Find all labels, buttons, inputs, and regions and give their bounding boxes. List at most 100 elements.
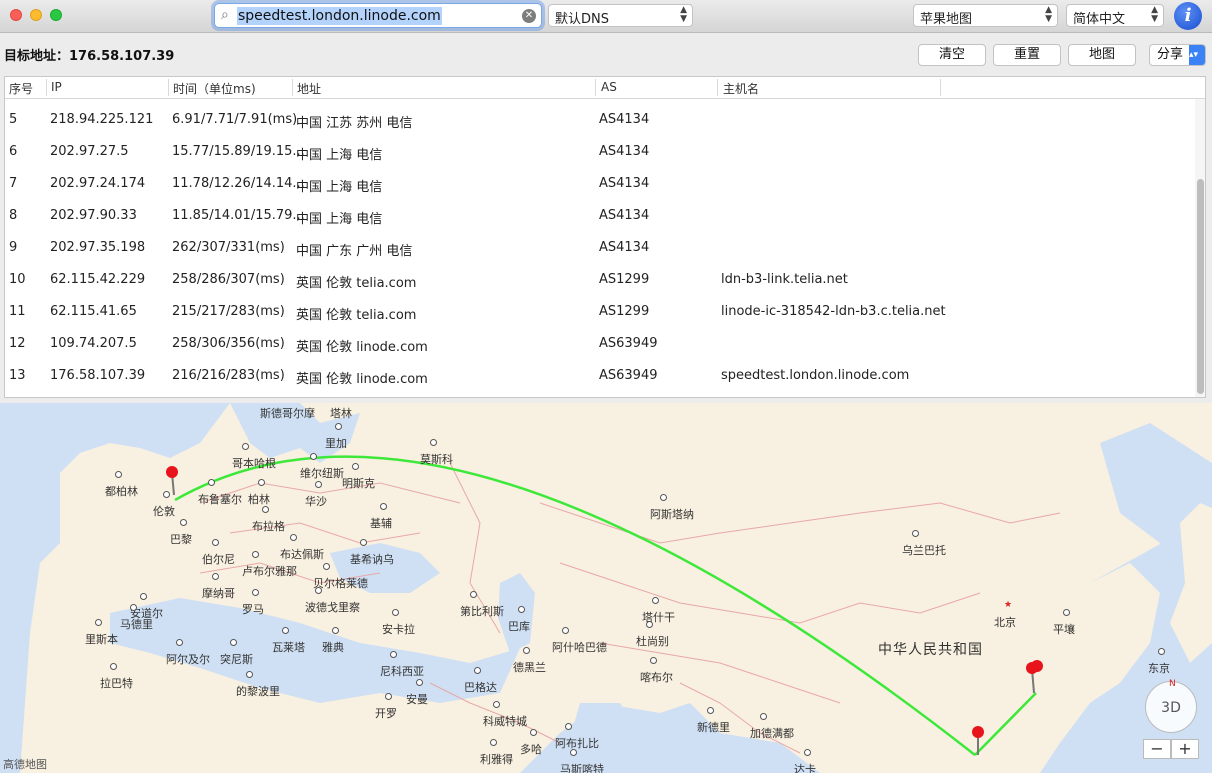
compass-3d-label: 3D: [1161, 700, 1181, 716]
header-hostname[interactable]: 主机名: [723, 80, 759, 97]
city-marker-icon: [246, 671, 253, 678]
table-row[interactable]: 7 202.97.24.174 11.78/12.26/14.14... 中国 上海 …: [5, 168, 1193, 200]
zoom-window-button[interactable]: [50, 9, 62, 21]
city-marker-icon: [660, 494, 667, 501]
city-marker-icon: [252, 551, 259, 558]
city-label: 杜尚别: [636, 635, 669, 648]
cell-addr: 中国 广东 广州 电信: [296, 244, 413, 259]
city-label: 巴黎: [170, 533, 192, 546]
city-marker-icon: [323, 563, 330, 570]
city-label: 塔林: [330, 407, 352, 420]
city-label: 开罗: [375, 707, 397, 720]
cell-no: 13: [9, 368, 26, 383]
city-label: 阿尔及尔: [166, 653, 210, 666]
language-select[interactable]: 简体中文 ▲ ▼: [1066, 4, 1164, 27]
header-no[interactable]: 序号: [9, 80, 33, 97]
table-scrollbar[interactable]: [1195, 99, 1205, 397]
city-marker-icon: [180, 519, 187, 526]
cell-ip: 176.58.107.39: [50, 368, 146, 383]
cell-as: AS1299: [599, 304, 650, 319]
city-label: 巴库: [508, 620, 530, 633]
cell-as: AS4134: [599, 144, 650, 159]
city-marker-icon: [315, 481, 322, 488]
cell-as: AS63949: [599, 336, 658, 351]
cell-ip: 62.115.42.229: [50, 272, 146, 287]
city-label: 莫斯科: [420, 453, 453, 466]
city-marker-icon: [430, 439, 437, 446]
chevron-updown-icon: ▲ ▼: [680, 5, 687, 24]
city-label: 华沙: [305, 495, 327, 508]
host-search-field[interactable]: ⌕ speedtest.london.linode.com ✕: [214, 3, 542, 28]
table-row[interactable]: 5 218.94.225.121 6.91/7.71/7.91(ms) 中国 江苏 苏…: [5, 104, 1193, 136]
table-row[interactable]: 12 109.74.207.5 258/306/356(ms) 英国 伦敦 linod…: [5, 328, 1193, 360]
city-label: 拉巴特: [100, 677, 133, 690]
city-label: 卢布尔雅那: [242, 565, 297, 578]
share-button[interactable]: 分享 ▴▾: [1149, 44, 1206, 66]
cell-time: 216/216/283(ms): [172, 368, 285, 383]
table-row[interactable]: 11 62.115.41.65 215/217/283(ms) 英国 伦敦 telia…: [5, 296, 1193, 328]
city-marker-icon: [262, 506, 269, 513]
minimize-window-button[interactable]: [30, 9, 42, 21]
cell-time: 258/286/307(ms): [172, 272, 285, 287]
cell-addr: 英国 伦敦 telia.com: [296, 276, 417, 291]
share-label: 分享: [1157, 47, 1184, 62]
dns-select[interactable]: 默认DNS ▲ ▼: [548, 4, 693, 27]
route-map[interactable]: 斯德哥尔摩 塔林 里加 哥本哈根 维尔纽斯 莫斯科 明斯克 都柏林 伦敦 布鲁塞尔 柏林 华沙 基辅 布拉…: [0, 403, 1212, 773]
scrollbar-thumb[interactable]: [1197, 179, 1204, 394]
city-marker-icon: [1158, 648, 1165, 655]
city-marker-icon: [130, 604, 137, 611]
cell-host: linode-ic-318542-ldn-b3.c.telia.net: [721, 304, 946, 319]
info-button[interactable]: i: [1174, 2, 1202, 30]
table-row[interactable]: 9 202.97.35.198 262/307/331(ms) 中国 广东 广州 电信…: [5, 232, 1193, 264]
clear-button[interactable]: 清空: [918, 44, 986, 66]
header-time[interactable]: 时间（单位ms): [173, 80, 256, 97]
cell-addr: 英国 伦敦 linode.com: [296, 372, 428, 387]
city-label: 平壤: [1053, 623, 1075, 636]
zoom-in-button[interactable]: +: [1171, 739, 1199, 759]
header-ip[interactable]: IP: [51, 80, 62, 94]
cell-ip: 62.115.41.65: [50, 304, 137, 319]
table-row[interactable]: 10 62.115.42.229 258/286/307(ms) 英国 伦敦 teli…: [5, 264, 1193, 296]
table-row[interactable]: 6 202.97.27.5 15.77/15.89/19.15... 中国 上海 电信…: [5, 136, 1193, 168]
city-label: 巴格达: [464, 681, 497, 694]
city-label: 雅典: [322, 641, 344, 654]
dns-select-value: 默认DNS: [555, 12, 609, 27]
header-address[interactable]: 地址: [297, 80, 321, 97]
cell-host: ldn-b3-link.telia.net: [721, 272, 848, 287]
city-label: 第比利斯: [460, 605, 504, 618]
city-label: 利雅得: [480, 753, 513, 766]
city-label: 突尼斯: [220, 653, 253, 666]
compass-north-icon: N: [1169, 679, 1176, 689]
table-row[interactable]: 13 176.58.107.39 216/216/283(ms) 英国 伦敦 lino…: [5, 360, 1193, 392]
chevron-updown-icon: ▲ ▼: [1151, 5, 1158, 24]
compass-3d-control[interactable]: N 3D: [1145, 679, 1197, 733]
city-label: 都柏林: [105, 485, 138, 498]
city-marker-icon: [332, 627, 339, 634]
header-as[interactable]: AS: [601, 80, 617, 94]
city-label: 阿什哈巴德: [552, 641, 607, 654]
close-window-button[interactable]: [10, 9, 22, 21]
cell-addr: 中国 上海 电信: [296, 212, 383, 227]
city-marker-icon: [140, 593, 147, 600]
cell-no: 11: [9, 304, 26, 319]
city-marker-icon: [242, 443, 249, 450]
city-label: 伯尔尼: [202, 553, 235, 566]
reset-button[interactable]: 重置: [993, 44, 1061, 66]
cell-ip: 109.74.207.5: [50, 336, 137, 351]
city-marker-icon: [470, 591, 477, 598]
city-marker-icon: [474, 667, 481, 674]
host-search-input[interactable]: speedtest.london.linode.com: [237, 7, 442, 25]
cell-time: 15.77/15.89/19.15...: [172, 144, 305, 159]
city-marker-icon: [570, 749, 577, 756]
city-label: 布拉格: [252, 520, 285, 533]
clear-search-icon[interactable]: ✕: [522, 9, 536, 23]
city-label: 安卡拉: [382, 623, 415, 636]
map-button[interactable]: 地图: [1068, 44, 1136, 66]
cell-no: 10: [9, 272, 26, 287]
cell-as: AS4134: [599, 112, 650, 127]
table-row[interactable]: 8 202.97.90.33 11.85/14.01/15.79... 中国 上海 电…: [5, 200, 1193, 232]
zoom-out-button[interactable]: −: [1143, 739, 1171, 759]
map-provider-select[interactable]: 苹果地图 ▲ ▼: [913, 4, 1058, 27]
pin-shanghai-icon: [1026, 660, 1043, 694]
city-label: 科威特城: [483, 715, 527, 728]
